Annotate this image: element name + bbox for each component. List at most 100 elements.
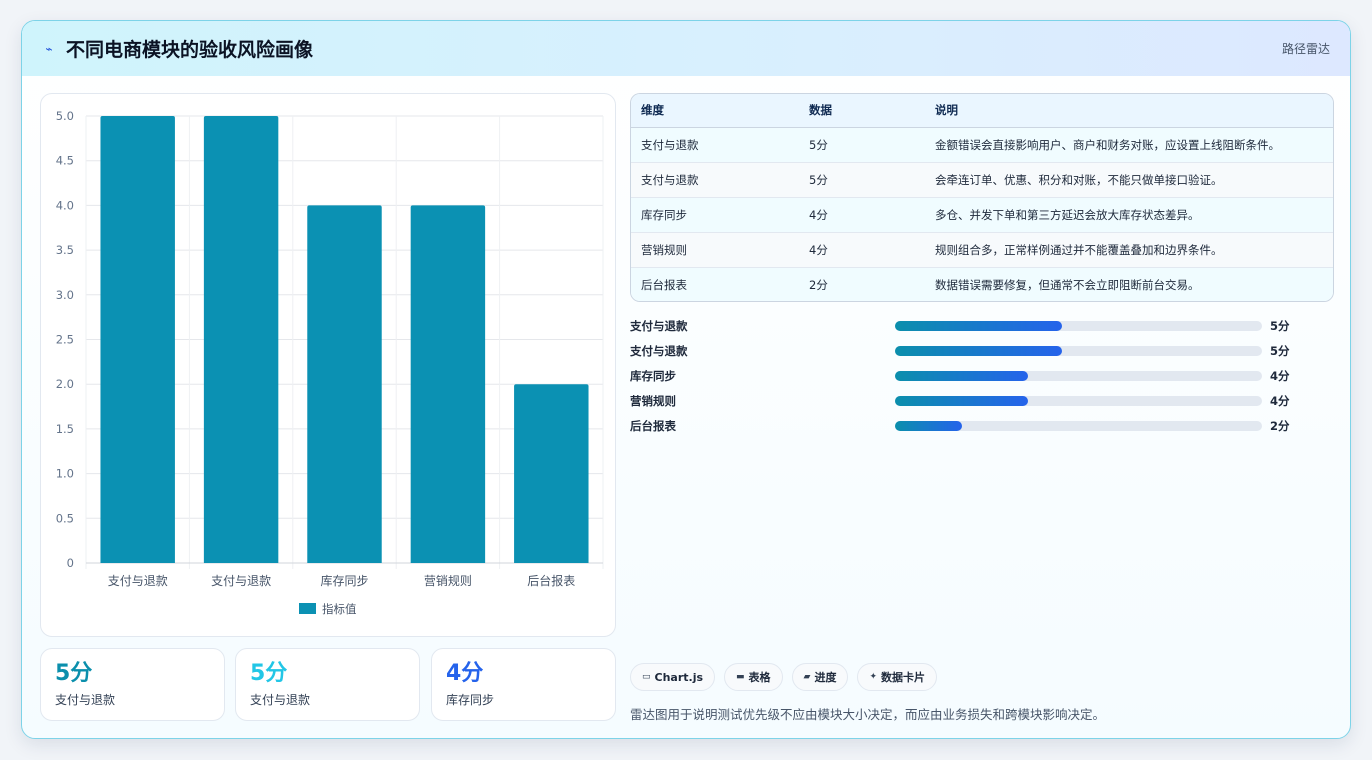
title-group: ⌁ 不同电商模块的验收风险画像: [42, 35, 313, 62]
progress-track: [895, 395, 1262, 406]
chip-table[interactable]: ▬ 表格: [724, 663, 783, 691]
y-tick-label: 4.5: [56, 154, 74, 168]
progress-row: 营销规则 4分: [630, 388, 1310, 413]
x-tick-label: 支付与退款: [108, 574, 168, 588]
progress-track: [895, 320, 1262, 331]
y-tick-label: 4.0: [56, 198, 74, 212]
progress-fill: [895, 320, 1062, 331]
progress-fill: [895, 395, 1029, 406]
y-tick-label: 2.5: [56, 333, 74, 347]
bar: [100, 116, 175, 563]
data-table: 维度 数据 说明 支付与退款 5分 金额错误会直接影响用户、商户和财务对账，应设…: [631, 94, 1333, 301]
folder-icon: ▰: [803, 672, 811, 682]
bar-chart-panel: 5.0 4.5 4.0 3.5 3.0 2.5 2.0 1.5 1.0 0.5 0 支付与退款 支付与退…: [40, 93, 616, 637]
progress-value: 5分: [1270, 318, 1290, 333]
table-row: 营销规则 4分 规则组合多，正常样例通过并不能覆盖叠加和边界条件。: [631, 232, 1333, 268]
progress-value: 4分: [1270, 368, 1290, 383]
y-tick-label: 3.5: [56, 243, 74, 257]
progress-fill: [895, 370, 1029, 381]
table-cell: 金额错误会直接影响用户、商户和财务对账，应设置上线阻断条件。: [925, 127, 1333, 163]
progress-label: 支付与退款: [630, 318, 688, 333]
x-tick-label: 库存同步: [320, 573, 368, 588]
progress-value: 2分: [1270, 418, 1290, 433]
y-tick-label: 5.0: [56, 109, 74, 123]
table-icon: ▬: [736, 672, 745, 682]
y-tick-label: 3.0: [56, 288, 74, 302]
progress-label: 支付与退款: [630, 343, 688, 358]
table-cell: 营销规则: [631, 232, 799, 268]
stat-value: 5分: [250, 661, 288, 686]
progress-label: 营销规则: [630, 393, 676, 408]
table-header-cell: 说明: [925, 94, 1333, 128]
y-tick-label: 0: [67, 556, 74, 570]
table-cell: 数据错误需要修复，但通常不会立即阻断前台交易。: [925, 267, 1333, 301]
chip-chartjs[interactable]: ▭ Chart.js: [630, 663, 716, 691]
stat-card-3: 4分 库存同步: [431, 648, 616, 721]
progress-track: [895, 420, 1262, 431]
progress-row: 后台报表 2分: [630, 413, 1310, 438]
chip-data-card[interactable]: ✦ 数据卡片: [857, 663, 938, 691]
progress-row: 支付与退款 5分: [630, 313, 1310, 338]
legend-swatch: [299, 603, 316, 614]
stat-label: 支付与退款: [250, 693, 311, 707]
stat-value: 4分: [446, 661, 484, 686]
x-tick-label: 后台报表: [527, 573, 575, 588]
table-row: 支付与退款 5分 金额错误会直接影响用户、商户和财务对账，应设置上线阻断条件。: [631, 127, 1333, 163]
progress-fill: [895, 345, 1062, 356]
tech-chip-group: ▭ Chart.js ▬ 表格 ▰ 进度 ✦ 数据卡片: [630, 663, 938, 691]
lightning-icon: ⌁: [45, 41, 53, 56]
table-cell: 5分: [799, 127, 925, 163]
progress-fill: [895, 420, 962, 431]
stat-value: 5分: [55, 661, 93, 686]
footer-note: 雷达图用于说明测试优先级不应由模块大小决定，而应由业务损失和跨模块影响决定。: [630, 707, 1106, 722]
y-tick-label: 1.5: [56, 422, 74, 436]
progress-label: 后台报表: [630, 418, 676, 433]
table-cell: 多仓、并发下单和第三方延迟会放大库存状态差异。: [925, 197, 1333, 233]
table-cell: 支付与退款: [631, 127, 799, 163]
bar: [514, 384, 589, 563]
table-cell: 支付与退款: [631, 162, 799, 198]
progress-value: 5分: [1270, 343, 1290, 358]
progress-list: 支付与退款 5分 支付与退款 5分 库存同步 4分 营销规则 4分 后台报表 2…: [630, 313, 1310, 438]
progress-track: [895, 345, 1262, 356]
stat-label: 库存同步: [446, 693, 495, 707]
stat-card-2: 5分 支付与退款: [235, 648, 420, 721]
y-tick-label: 0.5: [56, 511, 74, 525]
table-row: 后台报表 2分 数据错误需要修复，但通常不会立即阻断前台交易。: [631, 267, 1333, 301]
chip-label: Chart.js: [654, 670, 704, 684]
table-header-cell: 数据: [799, 94, 925, 128]
data-table-panel: 维度 数据 说明 支付与退款 5分 金额错误会直接影响用户、商户和财务对账，应设…: [630, 93, 1334, 302]
stat-label: 支付与退款: [55, 693, 116, 707]
table-row: 支付与退款 5分 会牵连订单、优惠、积分和对账，不能只做单接口验证。: [631, 162, 1333, 198]
progress-label: 库存同步: [630, 368, 676, 383]
y-tick-label: 2.0: [56, 377, 74, 391]
table-header-row: 维度 数据 说明: [631, 94, 1333, 128]
table-header-cell: 维度: [631, 94, 799, 128]
table-cell: 规则组合多，正常样例通过并不能覆盖叠加和边界条件。: [925, 232, 1333, 268]
progress-row: 支付与退款 5分: [630, 338, 1310, 363]
header-tag: 路径雷达: [1281, 42, 1330, 56]
bar-chart: 5.0 4.5 4.0 3.5 3.0 2.5 2.0 1.5 1.0 0.5 0 支付与退款 支付与退…: [56, 109, 604, 616]
progress-track: [895, 370, 1262, 381]
x-tick-label: 支付与退款: [211, 574, 271, 588]
table-cell: 后台报表: [631, 267, 799, 301]
table-row: 库存同步 4分 多仓、并发下单和第三方延迟会放大库存状态差异。: [631, 197, 1333, 233]
table-cell: 4分: [799, 232, 925, 268]
table-cell: 4分: [799, 197, 925, 233]
dashboard-card: ⌁ 不同电商模块的验收风险画像 路径雷达 5.0 4.5 4.0 3.5 3.0 2.5 2…: [21, 20, 1351, 739]
chip-progress[interactable]: ▰ 进度: [791, 663, 849, 691]
window-icon: ▭: [642, 672, 651, 682]
stat-card-1: 5分 支付与退款: [40, 648, 225, 721]
y-tick-label: 1.0: [56, 467, 74, 481]
bar: [203, 116, 279, 563]
chip-label: 数据卡片: [881, 671, 926, 684]
table-cell: 2分: [799, 267, 925, 301]
sparkle-icon: ✦: [869, 672, 878, 682]
bar: [307, 205, 382, 563]
progress-value: 4分: [1270, 393, 1290, 408]
table-cell: 5分: [799, 162, 925, 198]
card-header: ⌁ 不同电商模块的验收风险画像 路径雷达: [22, 21, 1350, 76]
chip-label: 进度: [814, 671, 837, 684]
bar: [410, 205, 486, 563]
table-cell: 会牵连订单、优惠、积分和对账，不能只做单接口验证。: [925, 162, 1333, 198]
